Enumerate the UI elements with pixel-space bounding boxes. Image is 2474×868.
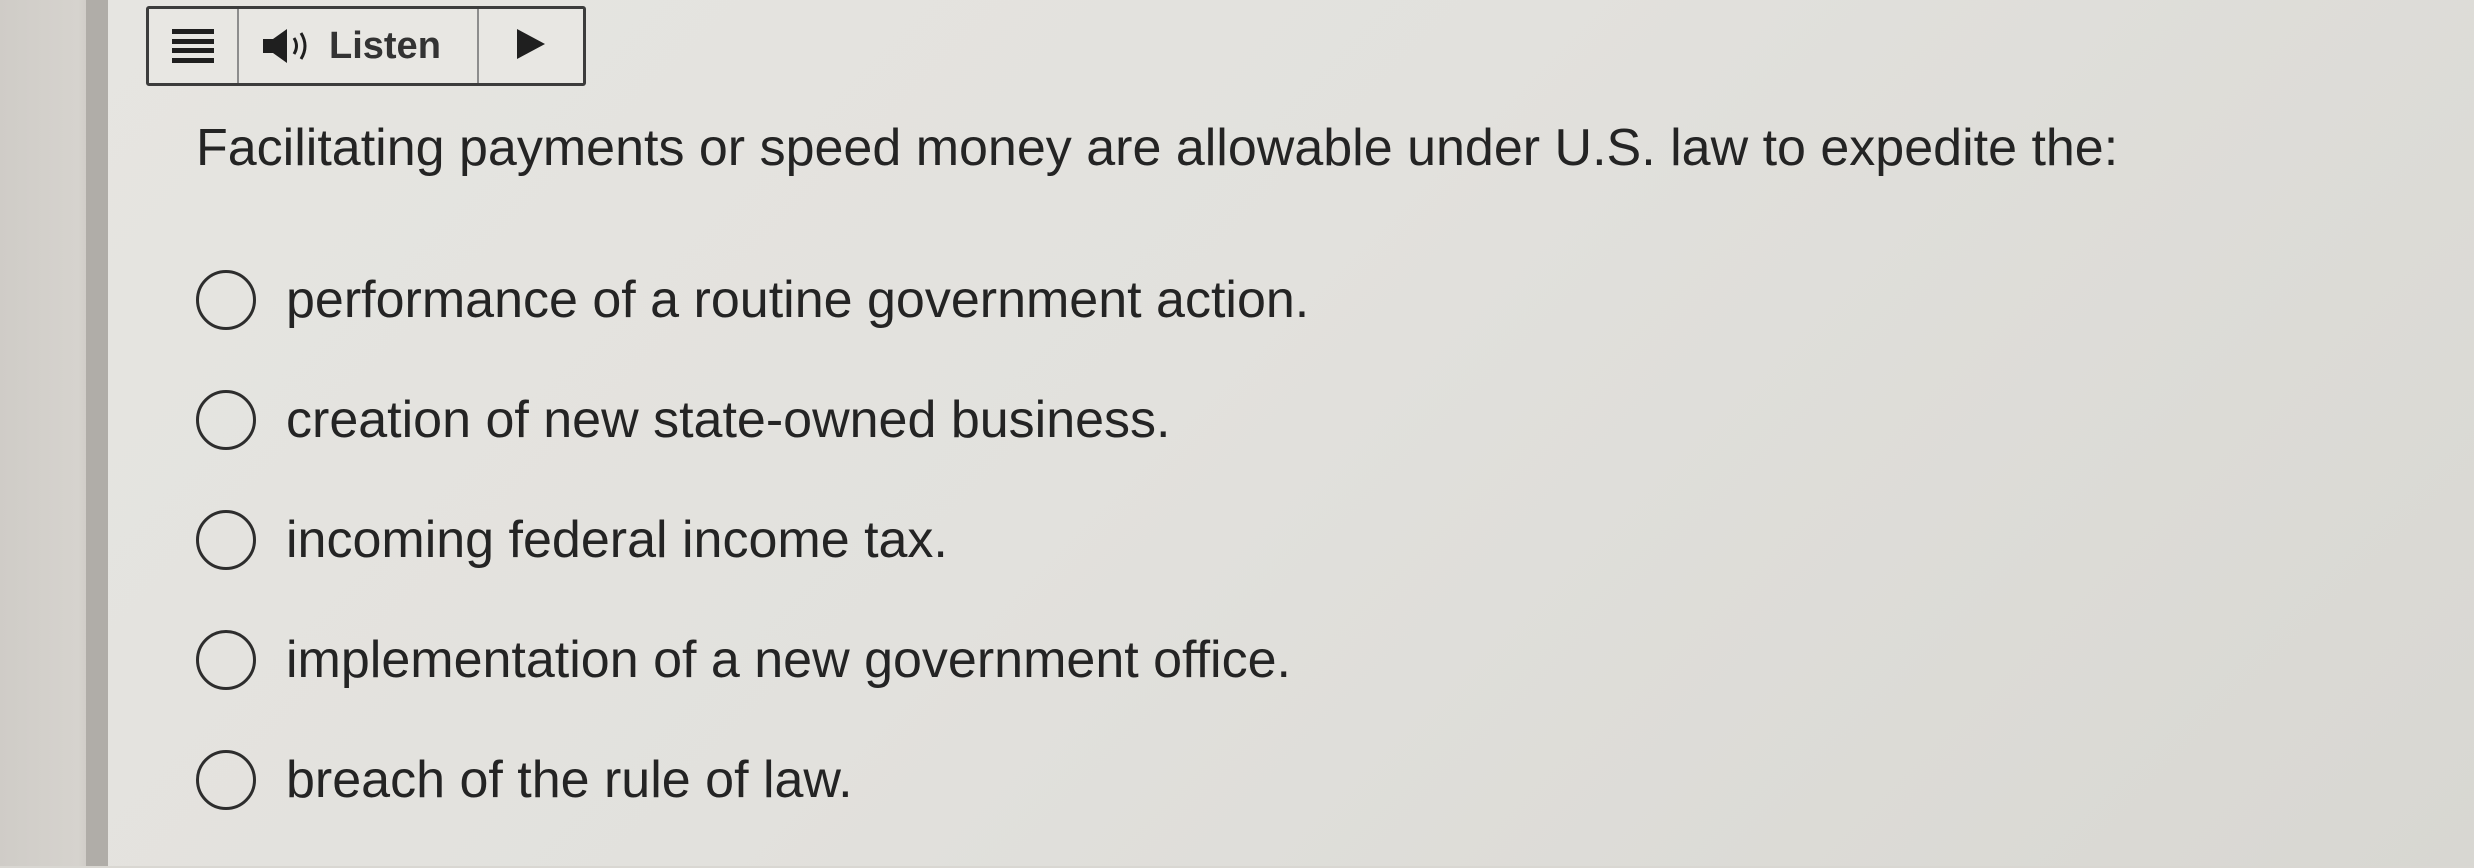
radio-button[interactable] xyxy=(196,630,256,690)
answer-option[interactable]: incoming federal income tax. xyxy=(196,508,1309,572)
answer-options: performance of a routine government acti… xyxy=(196,268,1309,868)
radio-button[interactable] xyxy=(196,510,256,570)
answer-option[interactable]: implementation of a new government offic… xyxy=(196,628,1309,692)
option-label: incoming federal income tax. xyxy=(286,511,948,569)
read-aloud-toolbar: Listen xyxy=(146,6,586,86)
play-icon xyxy=(513,26,549,67)
hamburger-menu-icon xyxy=(172,29,214,63)
answer-option[interactable]: creation of new state-owned business. xyxy=(196,388,1309,452)
listen-button[interactable]: Listen xyxy=(239,9,479,83)
sidebar-edge xyxy=(86,0,108,866)
radio-button[interactable] xyxy=(196,270,256,330)
radio-button[interactable] xyxy=(196,390,256,450)
answer-option[interactable]: breach of the rule of law. xyxy=(196,748,1309,812)
answer-option[interactable]: performance of a routine government acti… xyxy=(196,268,1309,332)
question-text: Facilitating payments or speed money are… xyxy=(196,119,2119,177)
option-label: performance of a routine government acti… xyxy=(286,271,1310,329)
play-button[interactable] xyxy=(479,9,583,83)
listen-label: Listen xyxy=(329,24,441,67)
toolbar-menu-button[interactable] xyxy=(149,9,239,83)
option-label: breach of the rule of law. xyxy=(286,751,853,809)
speaker-icon xyxy=(261,26,319,66)
option-label: implementation of a new government offic… xyxy=(286,631,1291,689)
radio-button[interactable] xyxy=(196,750,256,810)
option-label: creation of new state-owned business. xyxy=(286,391,1171,449)
